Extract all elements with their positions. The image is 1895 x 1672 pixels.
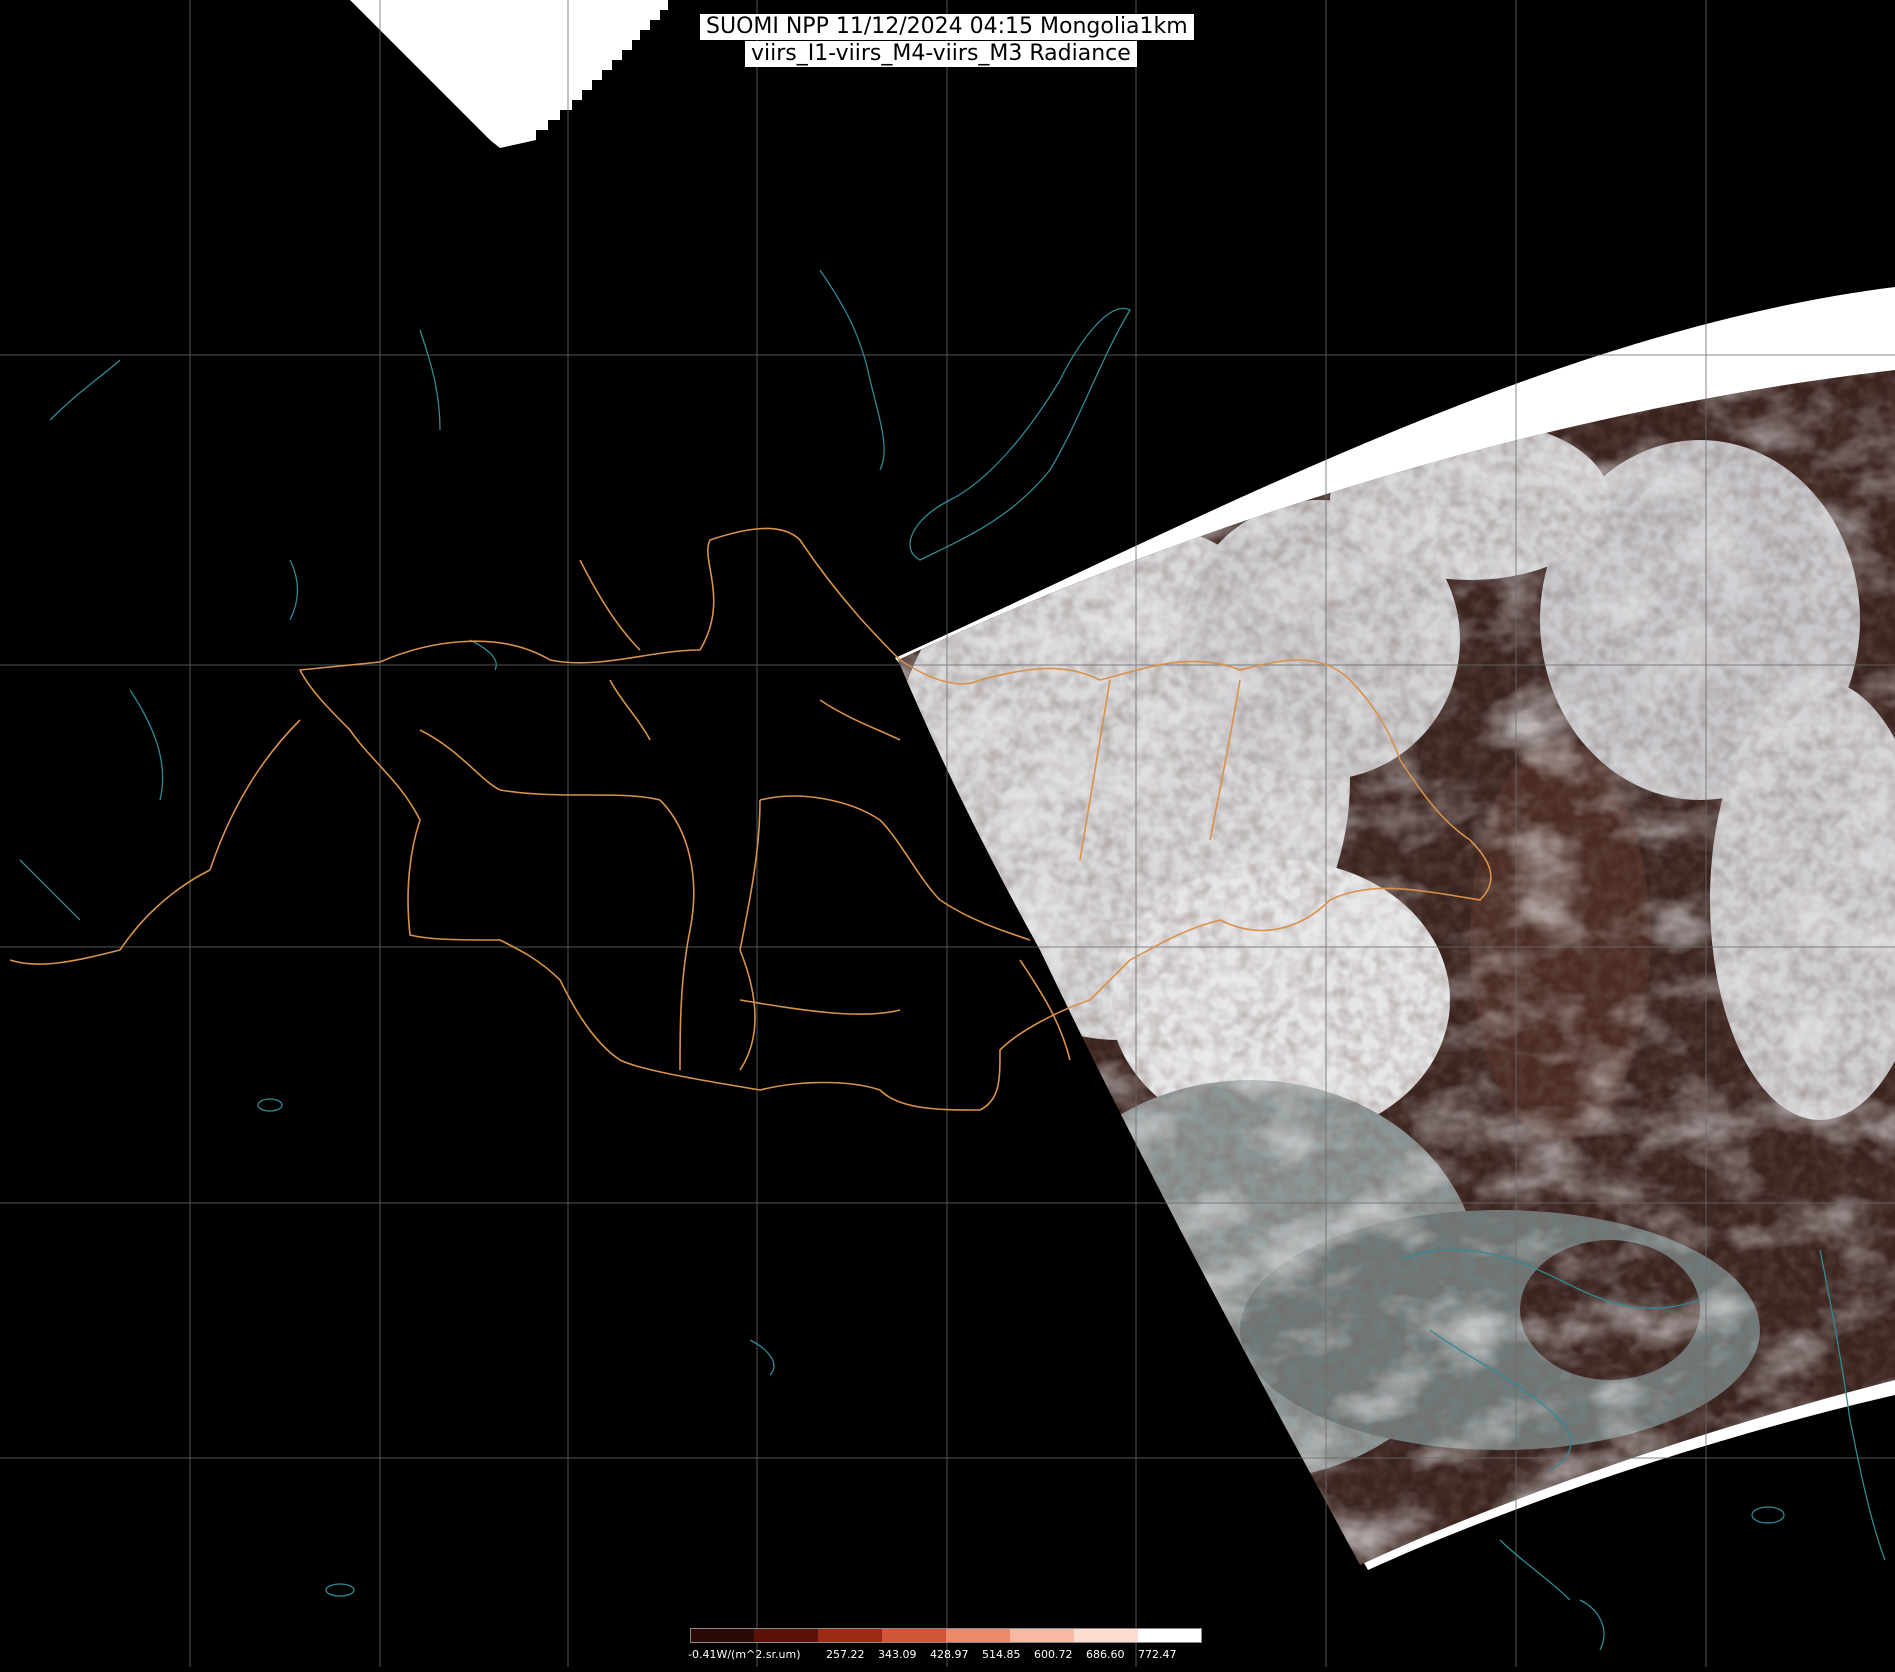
colorbar-label: 686.60: [1086, 1648, 1125, 1661]
colorbar-swatch: [946, 1628, 1011, 1642]
map-title-line-1: SUOMI NPP 11/12/2024 04:15 Mongolia1km: [700, 14, 1194, 40]
colorbar-swatch: [1074, 1628, 1139, 1642]
colorbar-label: 772.47: [1138, 1648, 1177, 1661]
colorbar-swatch: [1010, 1628, 1075, 1642]
colorbar-label: 428.97: [930, 1648, 969, 1661]
colorbar-swatch: [882, 1628, 947, 1642]
map-title-line-2: viirs_I1-viirs_M4-viirs_M3 Radiance: [745, 41, 1137, 67]
colorbar-swatch: [818, 1628, 883, 1642]
colorbar-label: 514.85: [982, 1648, 1021, 1661]
colorbar-label: 257.22: [826, 1648, 865, 1661]
satellite-map: SUOMI NPP 11/12/2024 04:15 Mongolia1km v…: [0, 0, 1895, 1667]
colorbar-label: 343.09: [878, 1648, 917, 1661]
colorbar-swatch: [754, 1628, 819, 1642]
colorbar-swatch: [1138, 1628, 1202, 1642]
colorbar-swatch: [690, 1628, 755, 1642]
colorbar-label: 600.72: [1034, 1648, 1073, 1661]
colorbar-label: -0.41W/(m^2.sr.um): [688, 1648, 801, 1661]
